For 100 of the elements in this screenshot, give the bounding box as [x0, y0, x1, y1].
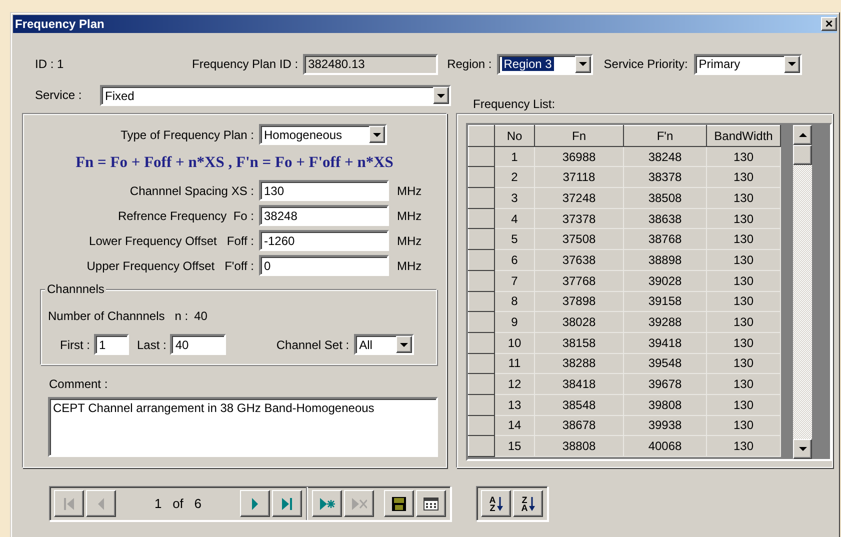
service-dropdown[interactable]: Fixed	[100, 85, 451, 106]
record-position: 1 of 6	[154, 496, 202, 511]
table-cell: 38678	[534, 415, 624, 436]
caret-icon	[400, 342, 408, 346]
row-selector[interactable]	[468, 436, 494, 456]
field-label: First :	[60, 338, 90, 352]
table-cell: 2	[494, 166, 534, 188]
table-cell: 8	[494, 291, 534, 312]
row-selector[interactable]	[468, 208, 494, 229]
field-label: Lower Frequency Offset Foff :	[88, 234, 255, 248]
field-label: Channnel Spacing XS :	[128, 184, 255, 198]
value-field[interactable]: 38248	[259, 205, 389, 226]
window-title: Frequency Plan	[15, 17, 104, 31]
table-cell: 39678	[624, 374, 706, 394]
table-cell: 39028	[624, 270, 706, 291]
sort-letter: Z	[490, 504, 496, 512]
region-dropdown[interactable]: Region 3	[496, 54, 593, 74]
section-label: Frequency List:	[473, 97, 556, 111]
row-selector[interactable]	[468, 250, 494, 270]
field-label: Upper Frequency Offset F'off :	[86, 258, 255, 272]
table-cell: 38768	[624, 228, 706, 250]
last-button[interactable]	[272, 490, 302, 517]
next-button[interactable]	[240, 490, 270, 517]
row-selector[interactable]	[468, 312, 494, 332]
sort-letter: A	[521, 504, 528, 512]
column-header[interactable]: F'n	[624, 126, 706, 146]
first-channel-field[interactable]: 1	[94, 334, 129, 355]
last-record-icon	[279, 496, 295, 512]
table-cell: 40068	[624, 436, 706, 456]
service-priority-dropdown[interactable]: Primary	[694, 54, 802, 74]
table-cell: 38288	[534, 353, 624, 374]
row-selector[interactable]	[468, 353, 494, 374]
row-selector[interactable]	[468, 166, 494, 188]
grid-corner	[468, 126, 494, 146]
table-cell: 9	[494, 312, 534, 332]
last-channel-field[interactable]: 40	[170, 334, 226, 355]
table-cell: 3	[494, 188, 534, 208]
field-label: Last :	[137, 338, 166, 352]
sort-letter: A	[489, 496, 496, 504]
table-cell: 11	[494, 353, 534, 374]
row-selector[interactable]	[468, 291, 494, 312]
row-selector[interactable]	[468, 228, 494, 250]
comment-field[interactable]: CEPT Channel arrangement in 38 GHz Band-Homogeneous	[48, 397, 438, 457]
field-label: Service Priority:	[604, 57, 688, 71]
caret-icon	[437, 94, 445, 98]
value-field[interactable]: 130	[259, 180, 389, 201]
column-header[interactable]: BandWidth	[706, 126, 780, 146]
table-cell: 38158	[534, 332, 624, 354]
field-label: Frequency Plan ID :	[192, 57, 298, 71]
field-label: Number of Channnels n :	[48, 309, 188, 323]
table-cell: 38898	[624, 250, 706, 270]
channel-set-dropdown[interactable]: All	[354, 334, 414, 355]
add-record-icon	[319, 496, 335, 512]
plan-type-dropdown[interactable]: Homogeneous	[259, 124, 387, 145]
row-selector[interactable]	[468, 394, 494, 416]
add-button[interactable]	[312, 490, 342, 517]
record-id: ID : 1	[35, 57, 65, 71]
column-header[interactable]: No	[494, 126, 534, 146]
scrollbar[interactable]	[793, 125, 812, 459]
table-cell: 7	[494, 270, 534, 291]
close-button[interactable]: ×	[821, 17, 837, 31]
unit-label: MHz	[397, 208, 422, 222]
table-cell: 37378	[534, 208, 624, 229]
sort-button[interactable]: A Z	[481, 490, 511, 517]
value-field[interactable]: -1260	[259, 230, 389, 251]
row-selector[interactable]	[468, 146, 494, 167]
field-label: Region :	[447, 57, 492, 71]
field-label: Type of Frequency Plan :	[120, 128, 255, 142]
table-cell: 39548	[624, 353, 706, 374]
row-selector[interactable]	[468, 188, 494, 208]
table-cell: 37248	[534, 188, 624, 208]
table-cell: 37638	[534, 250, 624, 270]
row-selector[interactable]	[468, 415, 494, 436]
table-cell: 38638	[624, 208, 706, 229]
formula-text: Fn = Fo + Foff + n*XS , F'n = Fo + F'off + n*XS	[74, 154, 394, 172]
down-arrow-icon	[528, 496, 535, 512]
row-selector[interactable]	[468, 270, 494, 291]
table-cell: 5	[494, 228, 534, 250]
table-cell: 39938	[624, 415, 706, 436]
channel-count: 40	[194, 309, 208, 323]
column-header[interactable]: Fn	[534, 126, 624, 146]
table-cell: 13	[494, 394, 534, 416]
row-selector[interactable]	[468, 332, 494, 354]
delete-record-icon	[351, 496, 367, 512]
grid-button[interactable]	[416, 490, 446, 517]
save-button[interactable]	[384, 490, 414, 517]
field-label: Refrence Frequency Fo :	[116, 208, 255, 222]
value-field[interactable]: 0	[259, 255, 389, 276]
table-cell: 39418	[624, 332, 706, 354]
row-selector[interactable]	[468, 374, 494, 394]
sort-letter: Z	[522, 496, 528, 504]
table-cell: 6	[494, 250, 534, 270]
plan-id-field[interactable]: 382480.13	[303, 54, 438, 74]
field-label: Service :	[35, 88, 83, 102]
table-cell: 38418	[534, 374, 624, 394]
unit-label: MHz	[397, 234, 422, 248]
down-arrow-icon	[496, 496, 503, 512]
sort-button[interactable]: Z A	[513, 490, 543, 517]
scroll-thumb[interactable]	[793, 145, 812, 165]
table-cell: 38508	[624, 188, 706, 208]
